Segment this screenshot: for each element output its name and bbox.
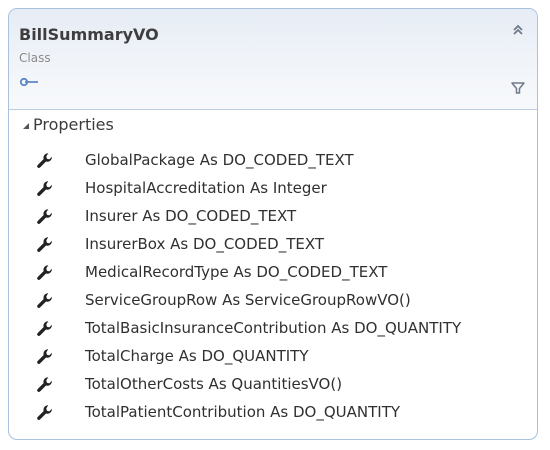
wrench-icon [36,263,54,281]
property-text: TotalPatientContribution As DO_QUANTITY [85,403,401,421]
inheritance-link-icon [19,77,38,87]
wrench-icon [36,207,54,225]
property-item[interactable]: TotalOtherCosts As QuantitiesVO() [9,370,537,398]
class-stereotype: Class [19,51,51,65]
property-text: HospitalAccreditation As Integer [85,179,327,197]
property-item[interactable]: MedicalRecordType As DO_CODED_TEXT [9,258,537,286]
property-item[interactable]: Insurer As DO_CODED_TEXT [9,202,537,230]
property-item[interactable]: InsurerBox As DO_CODED_TEXT [9,230,537,258]
properties-section-header[interactable]: Properties [9,113,537,141]
class-header: BillSummaryVO Class [9,9,537,110]
filter-icon[interactable] [511,81,525,95]
wrench-icon [36,375,54,393]
property-item[interactable]: TotalCharge As DO_QUANTITY [9,342,537,370]
property-list: GlobalPackage As DO_CODED_TEXT HospitalAc… [9,146,537,426]
double-chevron-up-icon[interactable] [511,23,525,37]
property-text: MedicalRecordType As DO_CODED_TEXT [85,263,388,281]
wrench-icon [36,319,54,337]
wrench-icon [36,403,54,421]
property-text: TotalCharge As DO_QUANTITY [85,347,309,365]
property-text: ServiceGroupRow As ServiceGroupRowVO() [85,291,411,309]
class-name: BillSummaryVO [19,25,159,44]
section-label: Properties [33,115,114,134]
wrench-icon [36,179,54,197]
property-item[interactable]: TotalPatientContribution As DO_QUANTITY [9,398,537,426]
wrench-icon [36,151,54,169]
property-item[interactable]: ServiceGroupRow As ServiceGroupRowVO() [9,286,537,314]
property-text: InsurerBox As DO_CODED_TEXT [85,235,325,253]
wrench-icon [36,291,54,309]
triangle-expanded-icon[interactable] [21,121,31,131]
property-text: Insurer As DO_CODED_TEXT [85,207,297,225]
class-shape[interactable]: BillSummaryVO Class Properties GlobalPac… [8,8,538,440]
property-item[interactable]: GlobalPackage As DO_CODED_TEXT [9,146,537,174]
property-item[interactable]: TotalBasicInsuranceContribution As DO_QU… [9,314,537,342]
property-item[interactable]: HospitalAccreditation As Integer [9,174,537,202]
wrench-icon [36,235,54,253]
wrench-icon [36,347,54,365]
property-text: TotalBasicInsuranceContribution As DO_QU… [85,319,462,337]
property-text: TotalOtherCosts As QuantitiesVO() [85,375,343,393]
property-text: GlobalPackage As DO_CODED_TEXT [85,151,354,169]
